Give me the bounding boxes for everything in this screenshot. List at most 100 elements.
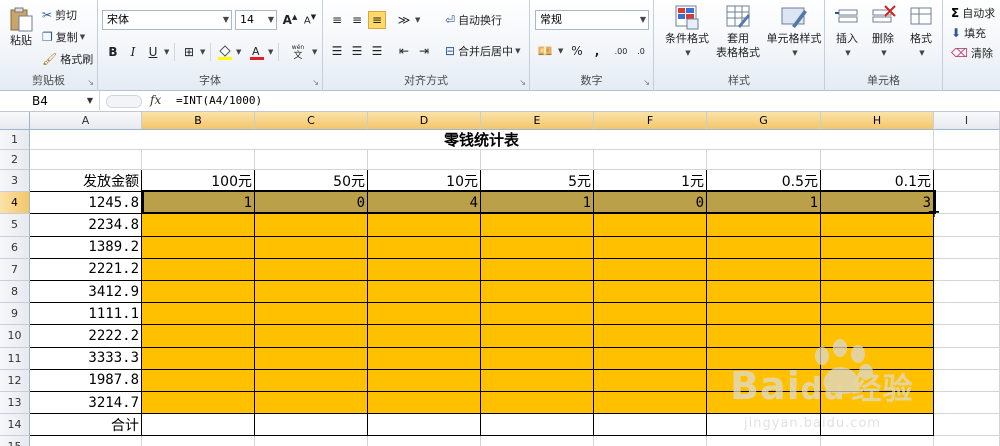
row-header-12[interactable]: 12 bbox=[0, 369, 30, 392]
font-color-button[interactable]: A bbox=[248, 43, 266, 61]
cell[interactable] bbox=[707, 303, 821, 326]
total-label[interactable]: 合计 bbox=[30, 414, 142, 437]
cell-styles-button[interactable]: 单元格样式 ▼ bbox=[764, 4, 824, 60]
accounting-format-button[interactable]: 💴 bbox=[536, 42, 554, 60]
row-header-2[interactable]: 2 bbox=[0, 150, 30, 170]
column-header-f[interactable]: F bbox=[594, 112, 707, 130]
cell[interactable] bbox=[142, 347, 255, 370]
result-cell[interactable]: 1 bbox=[707, 192, 821, 215]
cell[interactable] bbox=[707, 236, 821, 259]
comma-button[interactable]: , bbox=[588, 42, 606, 60]
amount-cell[interactable]: 2221.2 bbox=[30, 258, 142, 281]
column-header-h[interactable]: H bbox=[821, 112, 934, 130]
cell[interactable] bbox=[821, 214, 934, 237]
cell[interactable] bbox=[481, 150, 594, 170]
cell[interactable] bbox=[481, 258, 594, 281]
dialog-launcher-icon[interactable]: ↘ bbox=[519, 78, 526, 87]
amount-cell[interactable]: 2222.2 bbox=[30, 325, 142, 348]
chevron-down-icon[interactable]: ▼ bbox=[236, 48, 241, 56]
cell[interactable] bbox=[142, 236, 255, 259]
amount-cell[interactable]: 1111.1 bbox=[30, 303, 142, 326]
cell[interactable] bbox=[142, 214, 255, 237]
cell[interactable] bbox=[255, 436, 368, 446]
format-button[interactable]: 格式 ▼ bbox=[903, 4, 939, 60]
cell[interactable] bbox=[821, 281, 934, 304]
header-denomination[interactable]: 100元 bbox=[142, 170, 255, 193]
column-header-e[interactable]: E bbox=[481, 112, 594, 130]
header-denomination[interactable]: 1元 bbox=[594, 170, 707, 193]
column-header-a[interactable]: A bbox=[30, 112, 142, 130]
cell[interactable] bbox=[481, 392, 594, 415]
row-header-15[interactable]: 15 bbox=[0, 436, 30, 446]
cell[interactable] bbox=[934, 258, 1000, 281]
cell[interactable] bbox=[368, 347, 481, 370]
cell[interactable] bbox=[368, 369, 481, 392]
cell[interactable] bbox=[594, 258, 707, 281]
chevron-down-icon[interactable]: ▼ bbox=[558, 47, 563, 55]
name-box[interactable]: B4 ▼ bbox=[0, 91, 100, 112]
amount-cell[interactable]: 3412.9 bbox=[30, 281, 142, 304]
cell[interactable] bbox=[481, 436, 594, 446]
cell[interactable] bbox=[481, 325, 594, 348]
amount-cell[interactable]: 2234.8 bbox=[30, 214, 142, 237]
format-painter-button[interactable]: 🖌 格式刷 bbox=[42, 51, 93, 67]
cell[interactable] bbox=[255, 281, 368, 304]
cell[interactable] bbox=[368, 414, 481, 437]
cell[interactable] bbox=[594, 369, 707, 392]
cell[interactable] bbox=[255, 150, 368, 170]
wrap-text-button[interactable]: ⏎ 自动换行 bbox=[445, 12, 502, 28]
shrink-font-button[interactable]: A▼ bbox=[301, 11, 319, 29]
dialog-launcher-icon[interactable]: ↘ bbox=[312, 78, 319, 87]
cell[interactable] bbox=[368, 236, 481, 259]
phonetic-button[interactable]: wén 文 bbox=[286, 43, 310, 61]
cell[interactable] bbox=[481, 369, 594, 392]
column-header-b[interactable]: B bbox=[142, 112, 255, 130]
fill-color-button[interactable] bbox=[216, 43, 234, 61]
cell[interactable] bbox=[934, 303, 1000, 326]
cell[interactable] bbox=[255, 369, 368, 392]
cell[interactable] bbox=[142, 392, 255, 415]
cell[interactable] bbox=[368, 281, 481, 304]
align-center-button[interactable]: ☰ bbox=[348, 42, 366, 60]
cell[interactable] bbox=[821, 303, 934, 326]
cell[interactable] bbox=[142, 281, 255, 304]
percent-button[interactable]: % bbox=[568, 42, 586, 60]
chevron-down-icon[interactable]: ▼ bbox=[312, 48, 317, 56]
cell[interactable] bbox=[255, 414, 368, 437]
cell[interactable] bbox=[594, 150, 707, 170]
cell[interactable] bbox=[934, 192, 1000, 215]
cell[interactable] bbox=[255, 236, 368, 259]
cell[interactable] bbox=[368, 436, 481, 446]
dialog-launcher-icon[interactable]: ↘ bbox=[643, 78, 650, 87]
sheet-title[interactable]: 零钱统计表 bbox=[30, 130, 934, 150]
underline-button[interactable]: U bbox=[144, 43, 162, 61]
amount-cell[interactable]: 3333.3 bbox=[30, 347, 142, 370]
chevron-down-icon[interactable]: ▼ bbox=[164, 48, 169, 56]
italic-button[interactable]: I bbox=[124, 43, 142, 61]
increase-decimal-button[interactable]: .00 bbox=[612, 42, 630, 60]
header-denomination[interactable]: 50元 bbox=[255, 170, 368, 193]
cell[interactable] bbox=[30, 436, 142, 446]
header-denomination[interactable]: 0.5元 bbox=[707, 170, 821, 193]
decrease-indent-button[interactable]: ⇤ bbox=[395, 42, 413, 60]
cell[interactable] bbox=[255, 347, 368, 370]
fill-button[interactable]: ⬇ 填充 bbox=[951, 25, 986, 41]
result-cell[interactable]: 3 bbox=[821, 192, 934, 215]
cell[interactable] bbox=[934, 130, 1000, 150]
amount-cell[interactable]: 1987.8 bbox=[30, 369, 142, 392]
cell[interactable] bbox=[821, 150, 934, 170]
cell[interactable] bbox=[594, 347, 707, 370]
cell[interactable] bbox=[30, 150, 142, 170]
row-header-13[interactable]: 13 bbox=[0, 392, 30, 415]
align-middle-button[interactable]: ≡ bbox=[348, 11, 366, 29]
formula-bar-handle[interactable] bbox=[106, 95, 142, 108]
cell[interactable] bbox=[934, 214, 1000, 237]
bold-button[interactable]: B bbox=[104, 43, 122, 61]
amount-cell[interactable]: 1389.2 bbox=[30, 236, 142, 259]
delete-button[interactable]: 删除 ▼ bbox=[865, 4, 901, 60]
paste-button[interactable]: 粘贴 bbox=[4, 6, 38, 48]
copy-button[interactable]: ❐ 复制 ▼ bbox=[42, 29, 85, 45]
cell[interactable] bbox=[255, 258, 368, 281]
cell[interactable] bbox=[934, 170, 1000, 193]
chevron-down-icon[interactable]: ▼ bbox=[415, 16, 420, 24]
